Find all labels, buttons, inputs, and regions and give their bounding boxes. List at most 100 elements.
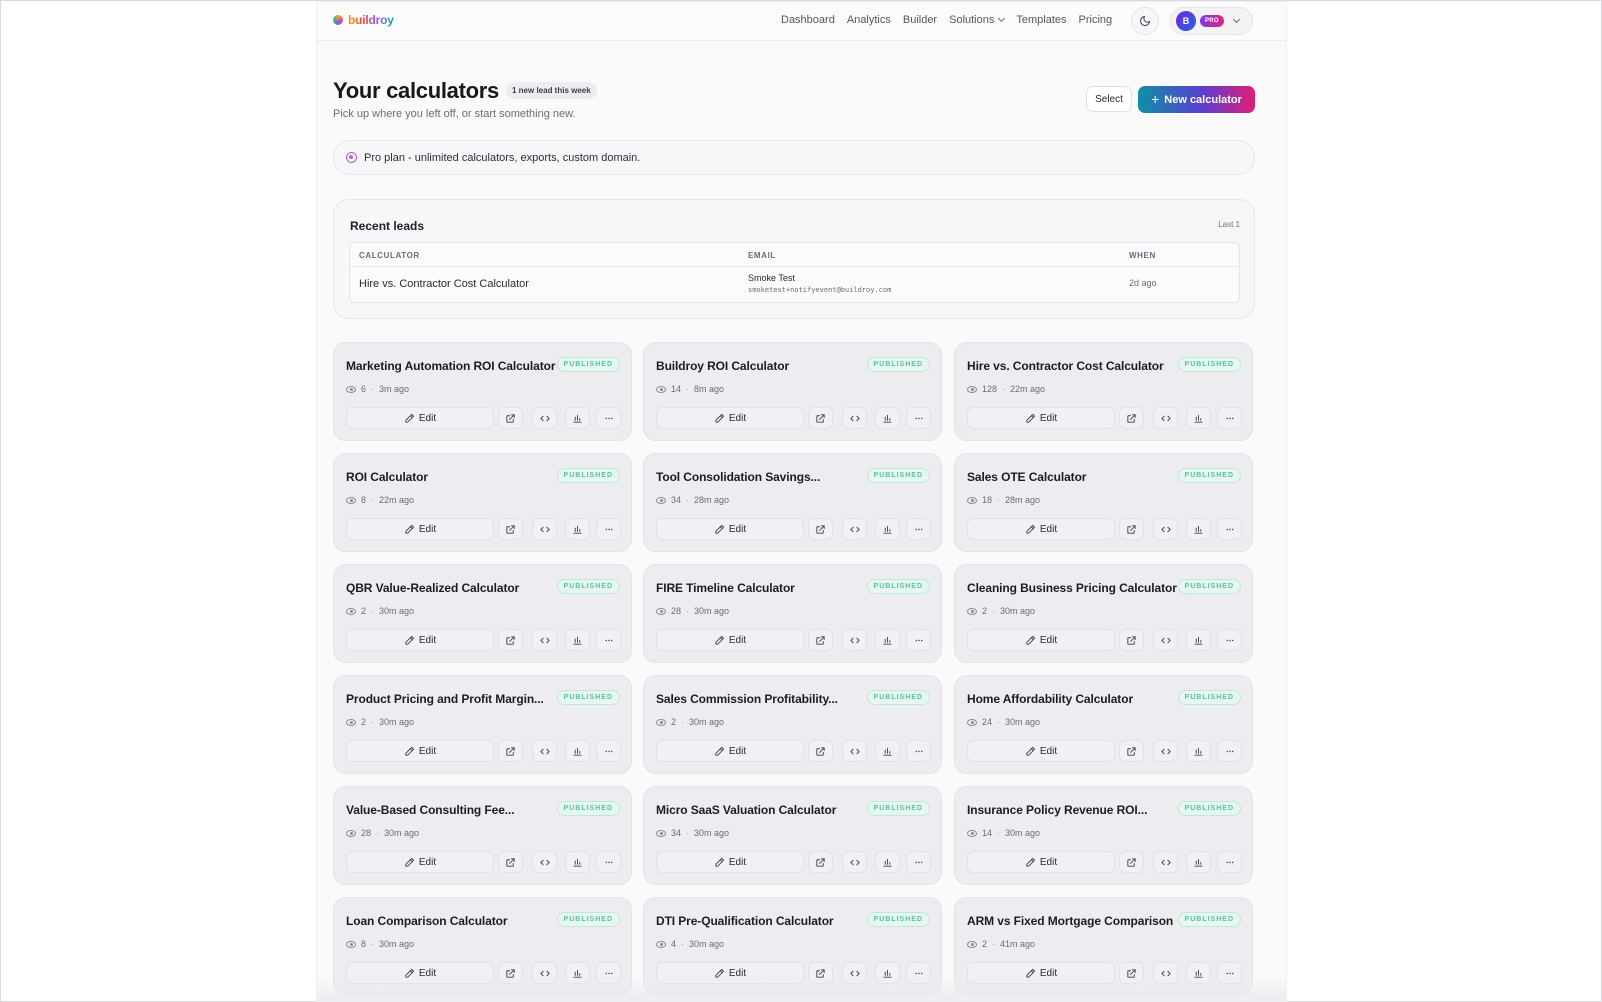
edit-button[interactable]: Edit [346, 629, 494, 651]
edit-button[interactable]: Edit [346, 518, 494, 540]
more-options-button[interactable] [906, 518, 931, 540]
edit-button[interactable]: Edit [346, 740, 494, 762]
analytics-button[interactable] [565, 407, 590, 429]
edit-button[interactable]: Edit [967, 518, 1115, 540]
more-options-button[interactable] [596, 851, 621, 873]
calculator-title[interactable]: Tool Consolidation Savings... [656, 470, 820, 484]
edit-button[interactable]: Edit [656, 407, 804, 429]
nav-builder[interactable]: Builder [903, 14, 937, 26]
open-link-button[interactable] [808, 629, 833, 651]
calculator-card[interactable]: Marketing Automation ROI Calculator PUBLI… [333, 342, 632, 441]
embed-code-button[interactable] [532, 518, 557, 540]
analytics-button[interactable] [875, 518, 900, 540]
more-options-button[interactable] [596, 407, 621, 429]
analytics-button[interactable] [565, 851, 590, 873]
calculator-title[interactable]: Loan Comparison Calculator [346, 914, 508, 928]
open-link-button[interactable] [808, 740, 833, 762]
analytics-button[interactable] [875, 851, 900, 873]
embed-code-button[interactable] [1153, 407, 1178, 429]
more-options-button[interactable] [906, 740, 931, 762]
open-link-button[interactable] [498, 851, 523, 873]
more-options-button[interactable] [596, 629, 621, 651]
embed-code-button[interactable] [532, 629, 557, 651]
nav-analytics[interactable]: Analytics [847, 14, 891, 26]
calculator-title[interactable]: ARM vs Fixed Mortgage Comparison [967, 914, 1173, 928]
calculator-title[interactable]: DTI Pre-Qualification Calculator [656, 914, 834, 928]
calculator-card[interactable]: Buildroy ROI Calculator PUBLISHED 14 · 8m ag… [643, 342, 942, 441]
embed-code-button[interactable] [532, 851, 557, 873]
edit-button[interactable]: Edit [346, 407, 494, 429]
edit-button[interactable]: Edit [346, 851, 494, 873]
theme-toggle-button[interactable] [1131, 7, 1159, 35]
embed-code-button[interactable] [842, 407, 867, 429]
analytics-button[interactable] [1186, 518, 1211, 540]
brand-logo[interactable]: buildroy [333, 13, 394, 27]
calculator-title[interactable]: Marketing Automation ROI Calculator [346, 359, 556, 373]
edit-button[interactable]: Edit [656, 740, 804, 762]
analytics-button[interactable] [1186, 851, 1211, 873]
edit-button[interactable]: Edit [656, 851, 804, 873]
nav-templates[interactable]: Templates [1016, 14, 1066, 26]
analytics-button[interactable] [565, 518, 590, 540]
edit-button[interactable]: Edit [656, 518, 804, 540]
calculator-title[interactable]: Value-Based Consulting Fee... [346, 803, 515, 817]
calculator-title[interactable]: Micro SaaS Valuation Calculator [656, 803, 836, 817]
calculator-title[interactable]: Sales Commission Profitability... [656, 692, 838, 706]
embed-code-button[interactable] [1153, 740, 1178, 762]
analytics-button[interactable] [875, 740, 900, 762]
more-options-button[interactable] [906, 407, 931, 429]
user-menu-button[interactable]: B PRO [1170, 7, 1253, 35]
open-link-button[interactable] [498, 629, 523, 651]
calculator-card[interactable]: Tool Consolidation Savings... PUBLISHED 34… [643, 453, 942, 552]
open-link-button[interactable] [808, 407, 833, 429]
calculator-card[interactable]: ROI Calculator PUBLISHED 8 · 22m ago Edit [333, 453, 632, 552]
edit-button[interactable]: Edit [967, 629, 1115, 651]
calculator-card[interactable]: FIRE Timeline Calculator PUBLISHED 28 · 30m … [643, 564, 942, 663]
open-link-button[interactable] [1119, 407, 1144, 429]
calculator-title[interactable]: Home Affordability Calculator [967, 692, 1133, 706]
embed-code-button[interactable] [532, 407, 557, 429]
calculator-title[interactable]: Buildroy ROI Calculator [656, 359, 789, 373]
open-link-button[interactable] [808, 851, 833, 873]
edit-button[interactable]: Edit [967, 740, 1115, 762]
more-options-button[interactable] [1217, 740, 1242, 762]
nav-dashboard[interactable]: Dashboard [781, 14, 835, 26]
nav-solutions[interactable]: Solutions [949, 14, 1006, 26]
calculator-title[interactable]: QBR Value-Realized Calculator [346, 581, 519, 595]
calculator-title[interactable]: Hire vs. Contractor Cost Calculator [967, 359, 1164, 373]
analytics-button[interactable] [1186, 629, 1211, 651]
analytics-button[interactable] [875, 629, 900, 651]
open-link-button[interactable] [498, 740, 523, 762]
edit-button[interactable]: Edit [656, 629, 804, 651]
calculator-card[interactable]: Product Pricing and Profit Margin... PUBL… [333, 675, 632, 774]
analytics-button[interactable] [565, 740, 590, 762]
embed-code-button[interactable] [1153, 629, 1178, 651]
calculator-title[interactable]: FIRE Timeline Calculator [656, 581, 795, 595]
embed-code-button[interactable] [842, 629, 867, 651]
more-options-button[interactable] [596, 740, 621, 762]
more-options-button[interactable] [1217, 851, 1242, 873]
more-options-button[interactable] [1217, 407, 1242, 429]
more-options-button[interactable] [1217, 518, 1242, 540]
calculator-title[interactable]: Insurance Policy Revenue ROI... [967, 803, 1147, 817]
embed-code-button[interactable] [842, 518, 867, 540]
calculator-card[interactable]: Home Affordability Calculator PUBLISHED 24… [954, 675, 1253, 774]
new-calculator-button[interactable]: + New calculator [1138, 86, 1255, 113]
edit-button[interactable]: Edit [967, 851, 1115, 873]
more-options-button[interactable] [906, 851, 931, 873]
more-options-button[interactable] [596, 518, 621, 540]
calculator-card[interactable]: Hire vs. Contractor Cost Calculator PUBLI… [954, 342, 1253, 441]
analytics-button[interactable] [565, 629, 590, 651]
calculator-card[interactable]: Value-Based Consulting Fee... PUBLISHED 28… [333, 786, 632, 885]
embed-code-button[interactable] [842, 851, 867, 873]
open-link-button[interactable] [498, 518, 523, 540]
calculator-title[interactable]: Product Pricing and Profit Margin... [346, 692, 544, 706]
calculator-card[interactable]: Micro SaaS Valuation Calculator PUBLISHED… [643, 786, 942, 885]
select-button[interactable]: Select [1086, 86, 1132, 112]
open-link-button[interactable] [498, 407, 523, 429]
more-options-button[interactable] [906, 629, 931, 651]
analytics-button[interactable] [875, 407, 900, 429]
calculator-card[interactable]: Insurance Policy Revenue ROI... PUBLISHED… [954, 786, 1253, 885]
open-link-button[interactable] [1119, 740, 1144, 762]
analytics-button[interactable] [1186, 407, 1211, 429]
